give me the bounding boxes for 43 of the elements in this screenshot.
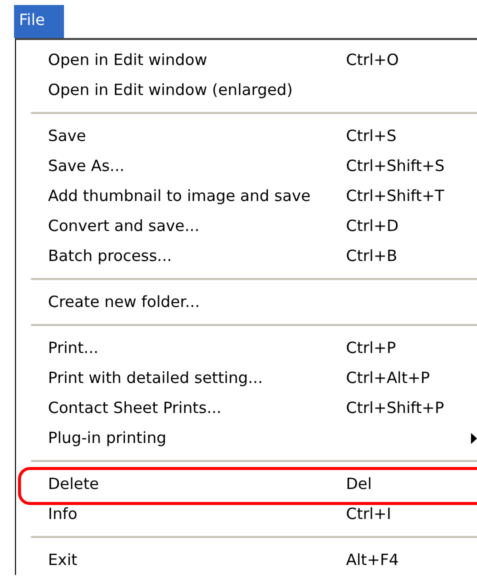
menu-item-label: Convert and save...: [48, 217, 200, 235]
menu-item[interactable]: Convert and save... Ctrl+D: [16, 211, 477, 241]
menu-item-label: Contact Sheet Prints...: [48, 399, 222, 417]
menu-item[interactable]: Batch process... Ctrl+B: [16, 241, 477, 271]
menu-item-label: Info: [48, 505, 78, 523]
menu-item-label: Open in Edit window (enlarged): [48, 81, 293, 99]
shortcut-text: Ctrl+D: [346, 217, 399, 235]
menu-item[interactable]: Exit Alt+F4: [16, 545, 477, 575]
menu-item[interactable]: Info Ctrl+I: [16, 499, 477, 529]
shortcut-text: Ctrl+Alt+P: [346, 369, 430, 387]
menu-item-label: Open in Edit window: [48, 51, 208, 69]
menu-item-label: Delete: [48, 475, 99, 493]
menu-item[interactable]: Open in Edit window Ctrl+O: [16, 45, 477, 75]
shortcut-text: Ctrl+O: [346, 51, 399, 69]
shortcut-text: Ctrl+S: [346, 127, 396, 145]
menu-item-label: Create new folder...: [48, 293, 200, 311]
shortcut-text: Del: [346, 475, 372, 493]
shortcut-text: Ctrl+Shift+P: [346, 399, 444, 417]
shortcut-text: Ctrl+Shift+T: [346, 187, 444, 205]
menu-item-label: Print...: [48, 339, 98, 357]
menu-item-label: Exit: [48, 551, 78, 569]
shortcut-text: Ctrl+Shift+S: [346, 157, 445, 175]
menu-item[interactable]: Contact Sheet Prints... Ctrl+Shift+P: [16, 393, 477, 423]
menu-item[interactable]: Save As... Ctrl+Shift+S: [16, 151, 477, 181]
menu-item[interactable]: Save Ctrl+S: [16, 121, 477, 151]
menu-item-label: Plug-in printing: [48, 429, 166, 447]
menu-item[interactable]: Add thumbnail to image and save Ctrl+Shift+T: [16, 181, 477, 211]
menu-item-label: Save As...: [48, 157, 124, 175]
menu-item-label: Batch process...: [48, 247, 172, 265]
menu-item-label: Add thumbnail to image and save: [48, 187, 311, 205]
menu-item[interactable]: Print with detailed setting... Ctrl+Alt+P: [16, 363, 477, 393]
menu-item[interactable]: Delete Del: [16, 469, 477, 499]
menu-item-label: Print with detailed setting...: [48, 369, 263, 387]
shortcut-text: Ctrl+P: [346, 339, 396, 357]
menu-item[interactable]: Print... Ctrl+P: [16, 333, 477, 363]
menu-item[interactable]: Plug-in printing: [16, 423, 477, 453]
shortcut-text: Ctrl+I: [346, 505, 392, 523]
shortcut-text: Alt+F4: [346, 551, 399, 569]
menu-item[interactable]: Create new folder...: [16, 287, 477, 317]
shortcut-text: Ctrl+B: [346, 247, 398, 265]
file-menu-tab[interactable]: File: [14, 5, 64, 38]
menu-item-label: Save: [48, 127, 86, 145]
menu-item[interactable]: Open in Edit window (enlarged): [16, 75, 477, 105]
